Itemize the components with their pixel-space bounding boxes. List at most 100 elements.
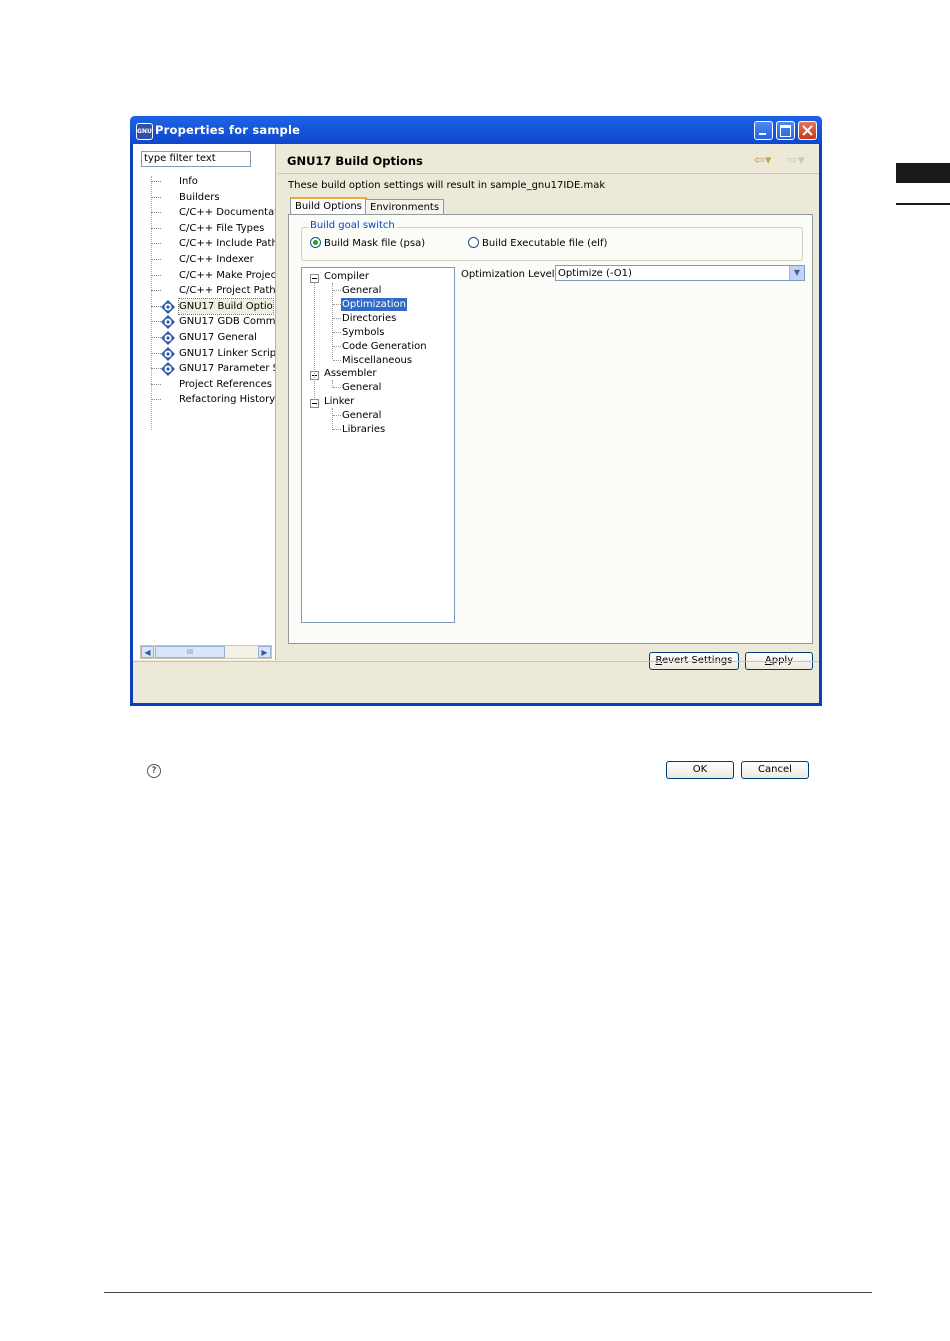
gnu-gear-icon bbox=[161, 299, 175, 314]
sidebar-item-label: GNU17 Parameter S bbox=[179, 363, 275, 375]
sidebar-item[interactable]: C/C++ Include Path bbox=[133, 236, 275, 251]
option-category-tree: Compiler General Optimization Directorie… bbox=[301, 267, 455, 623]
tree-node-miscellaneous[interactable]: Miscellaneous bbox=[342, 354, 412, 367]
tree-node-assembler[interactable]: Assembler bbox=[324, 367, 377, 380]
radio-build-mask[interactable]: Build Mask file (psa) bbox=[310, 237, 425, 249]
tree-branch bbox=[151, 352, 161, 354]
tab-build-options[interactable]: Build Options bbox=[290, 197, 367, 215]
tree-branch bbox=[151, 181, 161, 182]
tree-branch bbox=[333, 415, 341, 416]
gnu-gear-icon bbox=[161, 362, 175, 377]
tree-node-symbols[interactable]: Symbols bbox=[342, 326, 384, 339]
tree-node-linker[interactable]: Linker bbox=[324, 395, 354, 408]
tree-branch bbox=[333, 429, 341, 430]
tree-node-code-generation[interactable]: Code Generation bbox=[342, 340, 427, 353]
tree-node-assembler-general[interactable]: General bbox=[342, 381, 381, 394]
sidebar-item[interactable]: GNU17 Linker Scrip bbox=[133, 346, 275, 361]
collapse-icon[interactable] bbox=[310, 399, 319, 408]
header-separator bbox=[278, 173, 819, 174]
tree-guide bbox=[314, 282, 315, 400]
tree-branch bbox=[151, 321, 161, 323]
page-tab-marker bbox=[896, 163, 950, 183]
gnu-gear-icon bbox=[161, 346, 175, 361]
help-icon[interactable]: ? bbox=[147, 764, 161, 778]
sidebar-item[interactable]: Info bbox=[133, 174, 275, 189]
page-title: GNU17 Build Options bbox=[287, 154, 423, 168]
sidebar-item[interactable]: C/C++ File Types bbox=[133, 221, 275, 236]
sidebar-item[interactable]: GNU17 Parameter S bbox=[133, 361, 275, 377]
tree-branch bbox=[151, 259, 161, 260]
forward-arrow-icon[interactable]: ⇨▾ bbox=[787, 153, 804, 168]
gnu-app-icon: GNU bbox=[136, 123, 153, 140]
sidebar-item-label: GNU17 Linker Scrip bbox=[179, 347, 275, 359]
back-arrow-icon[interactable]: ⇦▾ bbox=[754, 153, 771, 168]
cancel-button[interactable]: Cancel bbox=[741, 761, 809, 779]
sidebar-item-label: Info bbox=[179, 176, 198, 187]
maximize-button[interactable] bbox=[776, 121, 795, 140]
sidebar-item-label: C/C++ Indexer bbox=[179, 254, 254, 265]
sidebar-item[interactable]: GNU17 GDB Comm bbox=[133, 314, 275, 330]
filter-input[interactable]: type filter text bbox=[141, 151, 251, 167]
scroll-right-icon[interactable]: ▶ bbox=[258, 646, 271, 658]
footer-separator bbox=[133, 661, 819, 662]
property-nav: type filter text Info Builders C/C++ Docum… bbox=[133, 144, 276, 660]
nav-horizontal-scrollbar[interactable]: ◀ III ▶ bbox=[140, 645, 272, 659]
sidebar-item[interactable]: GNU17 Build Option bbox=[133, 297, 275, 315]
tree-branch bbox=[151, 243, 161, 245]
radio-label: Build Mask file (psa) bbox=[324, 238, 426, 249]
sidebar-item[interactable]: Builders bbox=[133, 190, 275, 205]
sidebar-item-label: C/C++ File Types bbox=[179, 222, 265, 234]
sidebar-item[interactable]: C/C++ Project Path bbox=[133, 283, 275, 298]
tree-branch bbox=[151, 274, 161, 276]
sidebar-item[interactable]: C/C++ Indexer bbox=[133, 252, 275, 267]
tree-branch bbox=[151, 368, 161, 370]
tree-branch bbox=[333, 332, 341, 333]
chevron-down-icon[interactable]: ▼ bbox=[789, 266, 804, 280]
tree-branch bbox=[151, 337, 161, 338]
sidebar-item[interactable]: C/C++ Make Projec bbox=[133, 268, 275, 283]
radio-unselected-icon bbox=[468, 237, 479, 248]
sidebar-item[interactable]: GNU17 General bbox=[133, 330, 275, 345]
sidebar-item-label: C/C++ Documentat bbox=[179, 207, 275, 219]
page-rule bbox=[896, 203, 950, 205]
sidebar-item[interactable]: Refactoring History bbox=[133, 392, 275, 407]
gnu-gear-icon bbox=[161, 331, 175, 345]
radio-build-executable[interactable]: Build Executable file (elf) bbox=[468, 237, 607, 249]
minimize-button[interactable] bbox=[754, 121, 773, 140]
tree-node-optimization[interactable]: Optimization bbox=[340, 297, 408, 312]
sidebar-item-label: Project References bbox=[179, 378, 272, 390]
tree-node-directories[interactable]: Directories bbox=[342, 312, 396, 325]
sidebar-item-label: GNU17 GDB Comm bbox=[179, 316, 275, 328]
dialog-client: type filter text Info Builders C/C++ Docum… bbox=[133, 144, 819, 779]
sidebar-item[interactable]: C/C++ Documentat bbox=[133, 205, 275, 220]
tree-node-linker-general[interactable]: General bbox=[342, 409, 381, 422]
tree-branch bbox=[333, 318, 341, 319]
sidebar-item-label: C/C++ Project Path bbox=[179, 285, 275, 297]
footer-rule bbox=[104, 1292, 872, 1293]
tree-node-compiler[interactable]: Compiler bbox=[324, 270, 369, 283]
tree-branch bbox=[151, 290, 161, 292]
optimization-level-label: Optimization Level bbox=[461, 269, 555, 280]
tree-branch bbox=[333, 346, 341, 347]
tree-branch bbox=[151, 399, 161, 401]
build-goal-group: Build goal switch Build Mask file (psa) … bbox=[301, 220, 803, 261]
tree-node-compiler-general[interactable]: General bbox=[342, 284, 381, 297]
ok-button[interactable]: OK bbox=[666, 761, 734, 779]
scroll-thumb[interactable]: III bbox=[155, 646, 225, 658]
tree-node-libraries[interactable]: Libraries bbox=[342, 423, 385, 436]
tree-guide bbox=[332, 283, 333, 359]
close-button[interactable] bbox=[798, 121, 817, 140]
sidebar-item[interactable]: Project References bbox=[133, 377, 275, 392]
sidebar-item-label: C/C++ Include Path bbox=[179, 238, 275, 250]
sidebar-item-label: C/C++ Make Projec bbox=[179, 269, 275, 281]
titlebar: GNU Properties for sample bbox=[130, 116, 822, 144]
tab-environments[interactable]: Environments bbox=[365, 199, 445, 215]
sidebar-item-label: Builders bbox=[179, 191, 220, 203]
scroll-left-icon[interactable]: ◀ bbox=[141, 646, 154, 658]
tree-guide bbox=[332, 408, 333, 430]
optimization-level-select[interactable]: Optimize (-O1) ▼ bbox=[555, 265, 805, 281]
tree-branch bbox=[151, 305, 161, 307]
window-title: Properties for sample bbox=[155, 123, 301, 137]
tree-branch bbox=[333, 290, 341, 291]
tree-branch bbox=[333, 360, 341, 361]
